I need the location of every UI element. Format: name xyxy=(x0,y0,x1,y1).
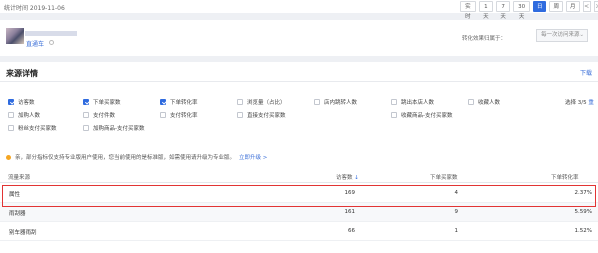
col-order-buyers[interactable]: 下单买家数 xyxy=(430,173,458,181)
metric-internal-jump[interactable]: 店内跳转人数 xyxy=(314,98,357,106)
range-day-button[interactable]: 日 xyxy=(532,1,547,12)
range-1day-button[interactable]: 1天 xyxy=(478,1,493,20)
metric-label: 直接支付买家数 xyxy=(247,113,286,119)
select-count-text: 选择 3/5 xyxy=(565,100,587,106)
attribution-select[interactable]: 每一次访问来源 ⌄ xyxy=(536,29,588,42)
metric-label: 支付件数 xyxy=(93,113,116,119)
upgrade-link[interactable]: 立即升级 > xyxy=(239,153,267,161)
metric-direct-pay-buyers[interactable]: 直接支付买家数 xyxy=(237,111,286,119)
metric-label: 加购人数 xyxy=(18,113,41,119)
metric-label: 加购商品-支付买家数 xyxy=(93,126,145,132)
shop-logo xyxy=(6,28,24,44)
metric-fan-pay-buyers[interactable]: 粉丝支付买家数 xyxy=(8,124,57,132)
metric-pageviews[interactable]: 浏览量（占比） xyxy=(237,98,286,106)
metric-row: 粉丝支付买家数 加购商品-支付买家数 xyxy=(8,124,568,137)
channel-name[interactable]: 直通车 xyxy=(26,39,44,48)
metric-favorites[interactable]: 收藏人数 xyxy=(468,98,500,106)
col-visitors-label: 访客数 xyxy=(336,175,353,181)
metric-paid-items[interactable]: 支付件数 xyxy=(83,111,115,119)
range-month-button[interactable]: 月 xyxy=(566,1,580,12)
range-realtime-button[interactable]: 实时 xyxy=(460,1,476,20)
col-source: 流量来源 xyxy=(8,175,31,181)
checkbox[interactable] xyxy=(83,99,89,105)
checkbox[interactable] xyxy=(391,99,397,105)
metric-label: 收藏商品-支付买家数 xyxy=(401,113,453,119)
divider xyxy=(0,81,598,82)
range-30day-button[interactable]: 30天 xyxy=(513,1,530,20)
metric-label: 浏览量（占比） xyxy=(247,100,286,106)
date-range-selector: 实时 1天 7天 30天 日 周 月 < > xyxy=(460,1,598,20)
metric-visitors[interactable]: 访客数 xyxy=(8,98,35,106)
upgrade-notice: 亲，部分指标仅支持专业版用户使用，您当前使用的是标准版，如需使用请升级为专业版。… xyxy=(6,153,267,161)
checkbox[interactable] xyxy=(160,99,166,105)
reset-link[interactable]: 重 xyxy=(588,100,594,106)
metric-order-buyers[interactable]: 下单买家数 xyxy=(83,98,121,106)
cell-rate: 5.59% xyxy=(574,209,592,215)
metric-row: 加购人数 支付件数 支付转化率 直接支付买家数 收藏商品-支付买家数 xyxy=(8,111,568,124)
warning-icon xyxy=(6,154,11,160)
stat-time: 统计时间 2019-11-06 xyxy=(4,5,65,12)
table-header: 流量来源 访客数 ↓ 下单买家数 下单转化率 xyxy=(0,169,598,183)
checkbox[interactable] xyxy=(160,112,166,118)
metric-label: 访客数 xyxy=(18,100,35,106)
metric-label: 粉丝支付买家数 xyxy=(18,126,57,132)
next-period-button[interactable]: > xyxy=(593,1,598,12)
metric-fav-pay-buyers[interactable]: 收藏商品-支付买家数 xyxy=(391,111,453,119)
checkbox[interactable] xyxy=(83,125,89,131)
prev-period-button[interactable]: < xyxy=(582,1,591,12)
metric-selector: 访客数 下单买家数 下单转化率 浏览量（占比） 店内跳转人数 跳出本店人数 收藏… xyxy=(8,98,568,137)
checkbox[interactable] xyxy=(468,99,474,105)
metric-label: 店内跳转人数 xyxy=(324,100,358,106)
cell-source: 别车器雨刮 xyxy=(9,230,37,236)
metric-bounce[interactable]: 跳出本店人数 xyxy=(391,98,434,106)
metric-add-cart[interactable]: 加购人数 xyxy=(8,111,40,119)
metric-pay-rate[interactable]: 支付转化率 xyxy=(160,111,198,119)
checkbox[interactable] xyxy=(8,99,14,105)
checkbox[interactable] xyxy=(8,112,14,118)
range-7day-button[interactable]: 7天 xyxy=(495,1,511,20)
metric-label: 下单转化率 xyxy=(170,100,198,106)
sort-desc-icon[interactable]: ↓ xyxy=(354,175,359,181)
chevron-down-icon: ⌄ xyxy=(579,32,584,38)
metric-cart-pay-buyers[interactable]: 加购商品-支付买家数 xyxy=(83,124,145,132)
metric-label: 收藏人数 xyxy=(478,100,501,106)
download-link[interactable]: 下载 xyxy=(580,68,592,77)
top-bar: 统计时间 2019-11-06 实时 1天 7天 30天 日 周 月 < > xyxy=(0,0,598,20)
select-count: 选择 3/5 重 xyxy=(565,98,594,106)
checkbox[interactable] xyxy=(314,99,320,105)
range-week-button[interactable]: 周 xyxy=(549,1,563,12)
attribution-value: 每一次访问来源 xyxy=(541,32,580,38)
checkbox[interactable] xyxy=(83,112,89,118)
cell-source: 雨刮器 xyxy=(9,211,26,217)
section-title: 来源详情 xyxy=(6,69,38,78)
cell-visitors: 66 xyxy=(348,228,355,234)
table-row[interactable]: 别车器雨刮 66 1 1.52% xyxy=(0,222,598,241)
shop-bar: 直通车 转化效果归属于： 每一次访问来源 ⌄ xyxy=(0,20,598,56)
cell-buyers: 1 xyxy=(454,228,459,234)
help-icon[interactable] xyxy=(49,40,54,45)
metric-label: 支付转化率 xyxy=(170,113,198,119)
checkbox[interactable] xyxy=(8,125,14,131)
notice-text: 亲，部分指标仅支持专业版用户使用，您当前使用的是标准版，如需使用请升级为专业版。 xyxy=(15,155,236,161)
checkbox[interactable] xyxy=(237,112,243,118)
metric-order-rate[interactable]: 下单转化率 xyxy=(160,98,198,106)
checkbox[interactable] xyxy=(391,112,397,118)
metric-label: 下单买家数 xyxy=(93,100,121,106)
highlight-box xyxy=(2,185,596,207)
col-order-rate[interactable]: 下单转化率 xyxy=(551,173,579,181)
blurred-shop-title xyxy=(25,31,77,36)
cell-buyers: 9 xyxy=(454,209,459,215)
col-visitors[interactable]: 访客数 ↓ xyxy=(336,173,359,181)
source-detail-card: 来源详情 下载 访客数 下单买家数 下单转化率 浏览量（占比） 店内跳转人数 跳… xyxy=(0,62,598,253)
metric-label: 跳出本店人数 xyxy=(401,100,435,106)
cell-visitors: 161 xyxy=(344,209,356,215)
attribution-label: 转化效果归属于： xyxy=(462,36,507,42)
metric-row: 访客数 下单买家数 下单转化率 浏览量（占比） 店内跳转人数 跳出本店人数 收藏… xyxy=(8,98,568,111)
checkbox[interactable] xyxy=(237,99,243,105)
cell-rate: 1.52% xyxy=(574,228,592,234)
